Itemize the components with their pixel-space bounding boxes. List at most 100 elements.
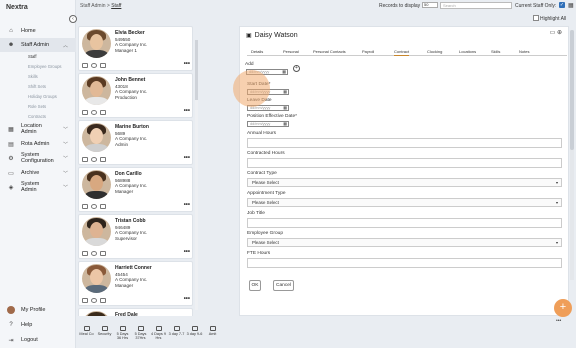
subnav-item-employee-groups[interactable]: Employee Groups [28,62,76,72]
mail-icon[interactable] [82,110,88,115]
appointment-type-select[interactable]: Please Select ▾ [247,198,562,207]
sidebar-item-home[interactable]: ⌂ Home [0,24,76,38]
clock-icon[interactable] [91,251,97,256]
detail-header-actions: ▭ ⊕ [550,29,562,36]
subnav-item-shift-sets[interactable]: Shift Sets [28,82,76,92]
calendar-icon[interactable] [100,251,106,256]
add-circle-icon[interactable]: ⊕ [557,30,562,36]
staff-card[interactable]: Marine Burton 5689 A Company Inc. Admin ••• [78,120,193,165]
subnav-item-role-sets[interactable]: Role Sets [28,102,76,112]
employee-group-select[interactable]: Please Select ▾ [247,238,562,247]
mail-icon[interactable] [82,204,88,209]
subnav-item-skills[interactable]: Skills [28,72,76,82]
calendar-icon[interactable] [100,298,106,303]
sidebar-nav: ⌂ Home ☻ Staff Admin ︿ Staff Employee Gr… [0,24,76,195]
breadcrumb-current[interactable]: Staff [111,3,121,9]
mail-icon[interactable] [82,251,88,256]
sidebar-item-location-admin[interactable]: ▦ Location Admin ﹀ [0,122,76,137]
collapse-sidebar-button[interactable]: ‹ [69,15,77,23]
contracted-hours-input[interactable] [247,158,562,168]
shift-pattern-button[interactable]: Security [96,326,113,336]
fte-hours-input[interactable] [247,258,562,268]
window-icon[interactable]: ▭ [550,30,556,36]
annual-hours-input[interactable] [247,138,562,148]
shift-pattern-button[interactable]: 4 Days 9 Hrs [150,326,167,340]
shift-pattern-button[interactable]: Amit [204,326,221,336]
tab-skills[interactable]: Skills [491,49,500,54]
shift-pattern-button[interactable]: 5 Days 36 Hrs [114,326,131,340]
staff-card[interactable]: Harriett Conner 45454 A Company Inc. Manage… [78,261,193,306]
shift-pattern-button[interactable]: 3 day 9-6 [186,326,203,336]
subnav-item-contracts[interactable]: Contracts [28,112,76,122]
tab-clocking[interactable]: Clocking [427,49,442,54]
scroll-thumb[interactable] [570,30,574,150]
subnav-item-staff[interactable]: Staff [28,52,76,62]
staff-list-scrollbar[interactable] [195,40,198,310]
staff-card[interactable]: Elvia Becker 549550 A Company Inc. Manager … [78,26,193,71]
sidebar-item-label: My Profile [21,307,46,313]
add-fab-button[interactable]: + [554,299,572,317]
calendar-icon[interactable] [100,204,106,209]
detail-scrollbar[interactable] [570,30,574,280]
shift-pattern-button[interactable]: 5 Days 37Hrs [132,326,149,340]
calendar-icon[interactable] [100,157,106,162]
subnav-item-holiday-groups[interactable]: Holiday Groups [28,92,76,102]
job-title-input[interactable] [247,218,562,228]
tab-personal[interactable]: Personal [283,49,299,54]
more-icon[interactable]: ••• [184,296,190,302]
calendar-icon[interactable] [100,110,106,115]
clock-icon[interactable] [91,110,97,115]
sidebar-item-rota-admin[interactable]: ▤ Rota Admin ﹀ [0,137,76,151]
clock-icon[interactable] [91,157,97,162]
current-staff-checkbox[interactable]: ✓ [559,2,565,8]
sidebar-item-staff-admin[interactable]: ☻ Staff Admin ︿ [0,38,76,52]
clock-icon[interactable] [91,298,97,303]
mail-icon[interactable] [82,157,88,162]
tab-contract[interactable]: Contract [394,49,410,56]
shift-pattern-button[interactable]: Meal Co [78,326,95,336]
grid-icon[interactable]: ▦ [568,2,574,9]
contract-type-select[interactable]: Please Select ▾ [247,178,562,187]
more-icon[interactable]: ••• [184,61,190,67]
avatar [82,217,111,246]
highlight-all-checkbox[interactable] [533,15,539,21]
staff-info: John Bennet 43018 A Company Inc. Production [115,77,147,100]
ok-button[interactable]: OK [249,280,261,291]
more-icon[interactable]: ••• [184,202,190,208]
more-icon[interactable]: ••• [184,108,190,114]
sidebar-item-system-configuration[interactable]: ⚙ System Configuration ﹀ [0,151,76,166]
app-window: Nextra ‹ ⌂ Home ☻ Staff Admin ︿ Staff Em… [0,0,576,348]
more-icon[interactable]: ••• [184,249,190,255]
records-select[interactable]: 50 [422,2,438,8]
breadcrumb-parent[interactable]: Staff Admin [80,3,105,9]
cancel-button[interactable]: Cancel [273,280,294,291]
mail-icon[interactable] [82,298,88,303]
tab-locations[interactable]: Locations [459,49,476,54]
shift-pattern-label: Security [97,332,112,336]
staff-card[interactable]: Don Carillo 568988 A Company Inc. Manager ••… [78,167,193,212]
calendar-icon: ▦ [283,105,287,110]
mail-icon[interactable] [82,63,88,68]
sidebar-item-help[interactable]: ? Help [0,318,76,332]
more-icon[interactable]: ••• [556,318,561,324]
sidebar-item-archive[interactable]: ▭ Archive ﹀ [0,166,76,180]
staff-card[interactable]: John Bennet 43018 A Company Inc. Production… [78,73,193,118]
add-button[interactable]: + [293,65,300,72]
shift-pattern-button[interactable]: 3 day 7-7 [168,326,185,336]
tab-payroll[interactable]: Payroll [362,49,374,54]
tab-personal-contacts[interactable]: Personal Contacts [313,49,346,54]
search-input[interactable]: Search [440,2,512,9]
sidebar-item-logout[interactable]: ⇥ Logout [0,333,76,347]
clock-icon[interactable] [91,63,97,68]
calendar-icon [83,326,90,331]
position-effective-date-field[interactable]: dd/mm/yyyy ▦ [247,121,289,127]
clock-icon[interactable] [91,204,97,209]
calendar-icon[interactable] [100,63,106,68]
sidebar-item-system-admin[interactable]: ◈ System Admin ﹀ [0,180,76,195]
sidebar-item-my-profile[interactable]: My Profile [0,303,76,317]
more-icon[interactable]: ••• [184,155,190,161]
staff-card[interactable]: Tristan Cobb 946489 A Company Inc. Supervis… [78,214,193,259]
tab-notes[interactable]: Notes [519,49,529,54]
tab-details[interactable]: Details [251,49,263,54]
staff-card[interactable]: Fred Dale••• [78,308,193,316]
